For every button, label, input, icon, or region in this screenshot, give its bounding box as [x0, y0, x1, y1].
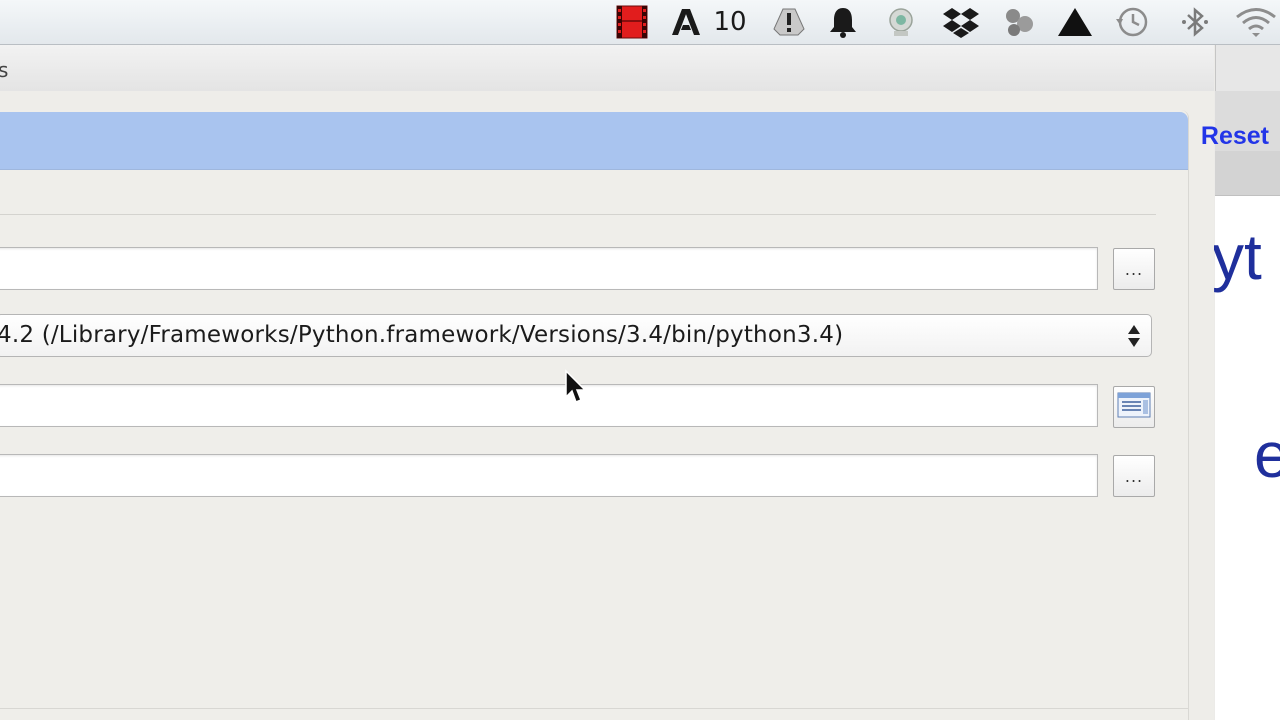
- google-drive-icon[interactable]: [1056, 6, 1094, 38]
- webcam-icon[interactable]: [884, 6, 918, 38]
- arguments-input[interactable]: [0, 384, 1098, 427]
- interpreter-select[interactable]: 4.2 (/Library/Frameworks/Python.framewor…: [0, 314, 1152, 357]
- badge-count: 10: [713, 7, 747, 37]
- app-icon[interactable]: [1000, 6, 1038, 38]
- reset-link[interactable]: Reset: [1201, 122, 1269, 151]
- background-window-text: yt: [1212, 221, 1262, 293]
- variables-button[interactable]: [1113, 386, 1155, 428]
- dropbox-icon[interactable]: [942, 6, 980, 38]
- menu-bar: 10: [0, 0, 1280, 45]
- chevron-up-down-icon: [1127, 323, 1141, 349]
- browse-button[interactable]: ...: [1113, 455, 1155, 497]
- wifi-icon[interactable]: [1234, 6, 1278, 38]
- film-icon[interactable]: [614, 5, 650, 39]
- path-input[interactable]: [0, 247, 1098, 290]
- divider: [0, 708, 1188, 709]
- working-directory-input[interactable]: [0, 454, 1098, 497]
- list-icon: [1117, 390, 1151, 424]
- window-title-bar: [0, 45, 1214, 92]
- mouse-cursor-icon: [564, 369, 590, 405]
- browse-button[interactable]: ...: [1113, 248, 1155, 290]
- bluetooth-icon[interactable]: [1180, 6, 1210, 38]
- adobe-icon[interactable]: [668, 6, 704, 38]
- time-machine-icon[interactable]: [1114, 6, 1150, 38]
- drive-icon[interactable]: [772, 6, 806, 38]
- divider: [0, 214, 1156, 215]
- bell-icon[interactable]: [826, 6, 860, 38]
- window-title: s: [0, 58, 9, 82]
- background-window-text: e: [1254, 419, 1280, 491]
- section-header: [0, 112, 1188, 170]
- interpreter-select-value: 4.2 (/Library/Frameworks/Python.framewor…: [0, 322, 844, 348]
- background-window-tabbar: [1215, 151, 1280, 196]
